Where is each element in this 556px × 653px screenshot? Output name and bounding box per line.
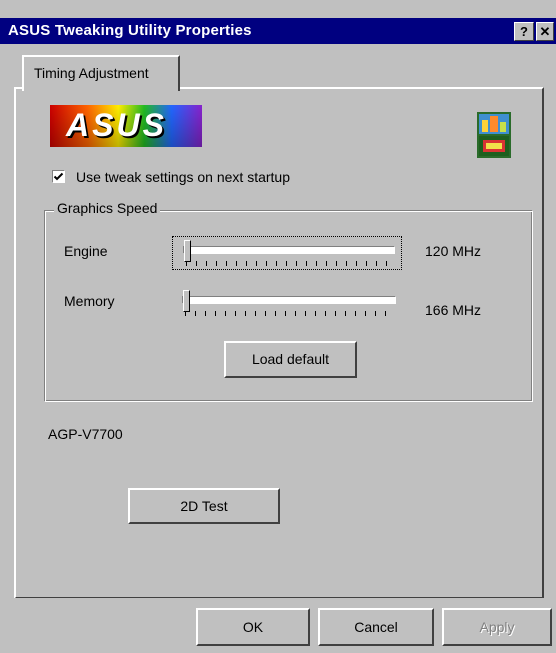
memory-slider-ticks [185,311,391,316]
engine-slider-thumb[interactable] [184,240,191,262]
apply-label: Apply [479,619,515,635]
memory-value: 166 MHz [425,302,482,318]
ok-button[interactable]: OK [196,608,310,646]
memory-slider-track [182,296,396,304]
tab-label: Timing Adjustment [34,65,149,81]
asus-logo: ASUS [50,105,202,147]
engine-slider-track [183,246,395,254]
asus-logo-text: ASUS [66,107,167,143]
load-default-button[interactable]: Load default [224,341,357,378]
cancel-button[interactable]: Cancel [318,608,434,646]
startup-checkbox[interactable] [52,170,65,183]
properties-window: ASUS Tweaking Utility Properties ? ✕ Tim… [0,0,556,653]
checkmark-icon [53,172,64,181]
graphics-speed-title: Graphics Speed [54,200,161,216]
2d-test-button[interactable]: 2D Test [128,488,280,524]
apply-button[interactable]: Apply [442,608,552,646]
engine-slider[interactable] [172,236,402,270]
engine-label: Engine [64,243,108,259]
help-button[interactable]: ? [514,22,534,41]
memory-slider[interactable] [172,287,402,321]
load-default-label: Load default [251,351,330,367]
cancel-label: Cancel [354,619,398,635]
memory-slider-thumb[interactable] [183,290,190,312]
2d-test-label: 2D Test [180,498,228,514]
title-bar[interactable]: ASUS Tweaking Utility Properties ? ✕ [0,18,556,44]
model-label: AGP-V7700 [48,426,123,442]
window-title: ASUS Tweaking Utility Properties [8,22,252,39]
engine-slider-ticks [186,261,388,266]
startup-checkbox-label[interactable]: Use tweak settings on next startup [76,169,290,185]
memory-label: Memory [64,293,115,309]
close-button[interactable]: ✕ [536,22,554,41]
engine-value: 120 MHz [425,243,482,259]
utility-app-icon [477,112,511,158]
tab-timing-adjustment[interactable]: Timing Adjustment [22,55,180,91]
ok-label: OK [242,619,264,635]
